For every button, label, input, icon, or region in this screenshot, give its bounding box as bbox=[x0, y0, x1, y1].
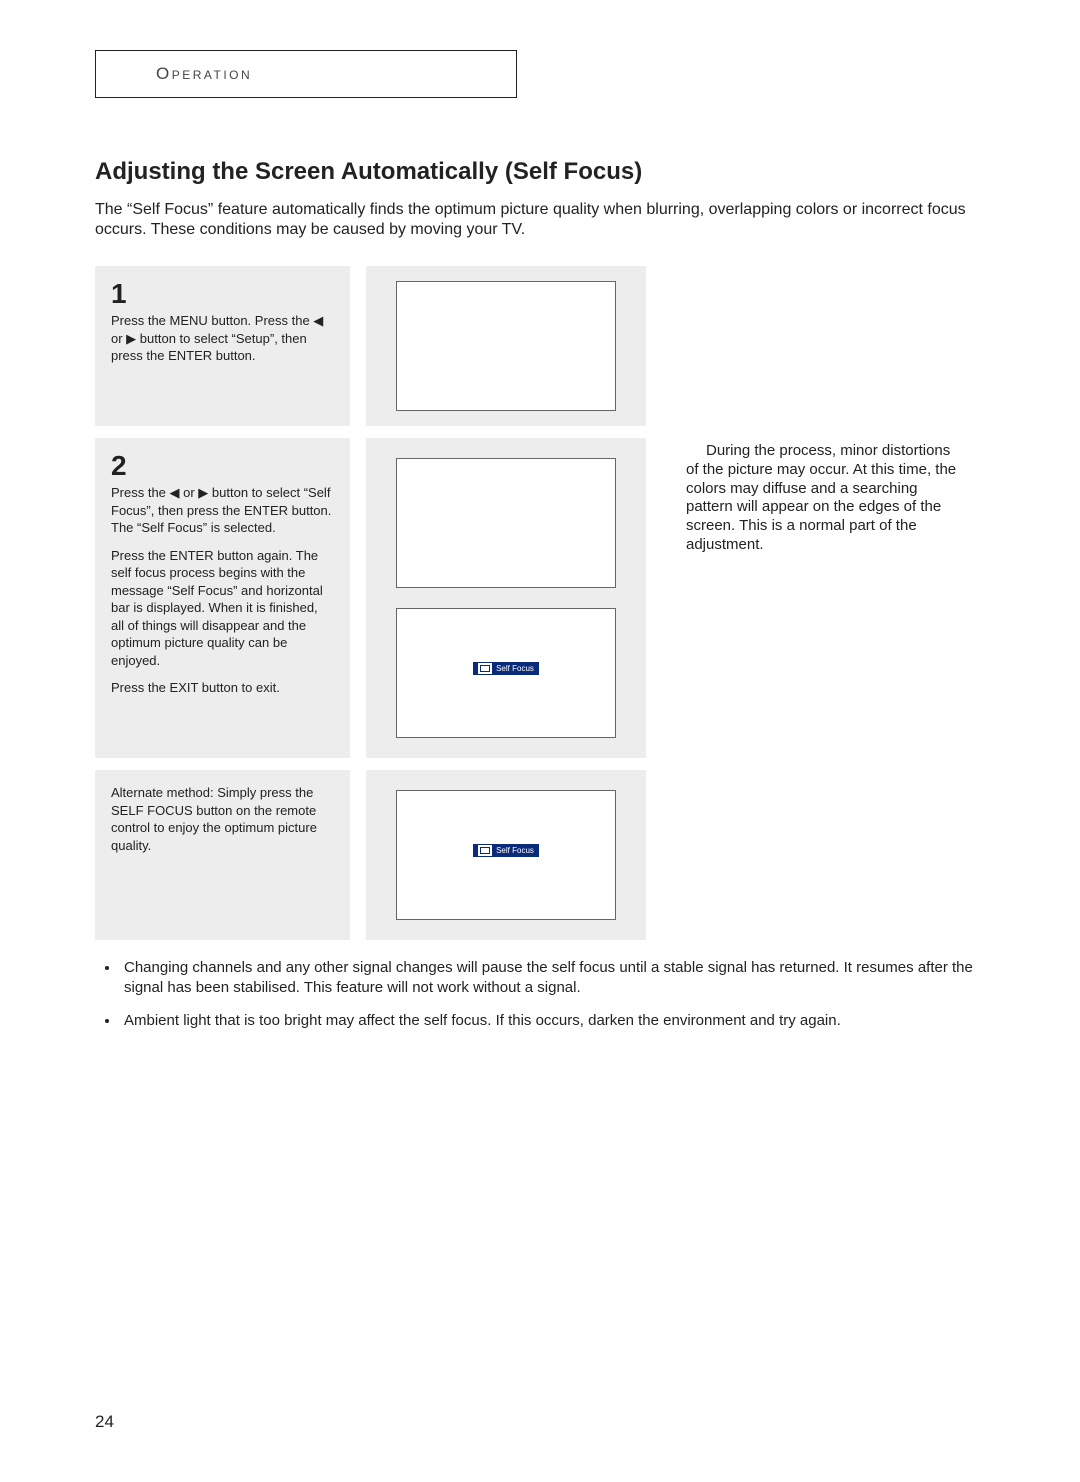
step-1-text: Press the MENU button. Press the ◀ or ▶ … bbox=[111, 312, 334, 365]
osd-placeholder bbox=[396, 458, 616, 588]
note-1: Changing channels and any other signal c… bbox=[120, 958, 985, 997]
page-title: Adjusting the Screen Automatically (Self… bbox=[95, 158, 985, 186]
section-tab: Operation bbox=[95, 50, 517, 98]
step-2-p2: The “Self Focus” is selected. bbox=[111, 519, 334, 537]
tv-icon bbox=[478, 663, 492, 674]
tv-icon bbox=[478, 845, 492, 856]
step-2-image-box: Self Focus bbox=[366, 438, 646, 758]
self-focus-badge: Self Focus bbox=[473, 662, 539, 675]
alt-image-box: Self Focus bbox=[366, 770, 646, 940]
self-focus-badge: Self Focus bbox=[473, 844, 539, 857]
page-number: 24 bbox=[95, 1412, 114, 1432]
step-2-side-note: During the process, minor distortions of… bbox=[662, 438, 961, 758]
step-2-p1: Press the ◀ or ▶ button to select “Self … bbox=[111, 484, 334, 519]
progress-bar bbox=[475, 859, 537, 867]
alt-text-box: Alternate method: Simply press the SELF … bbox=[95, 770, 350, 940]
intro-paragraph: The “Self Focus” feature automatically f… bbox=[95, 200, 985, 240]
note-2: Ambient light that is too bright may aff… bbox=[120, 1011, 985, 1031]
step-1-image-box bbox=[366, 266, 646, 426]
step-2-number: 2 bbox=[111, 452, 334, 480]
step-2-text-box: 2 Press the ◀ or ▶ button to select “Sel… bbox=[95, 438, 350, 758]
step-1-text-box: 1 Press the MENU button. Press the ◀ or … bbox=[95, 266, 350, 426]
self-focus-label: Self Focus bbox=[496, 664, 534, 673]
osd-self-focus: Self Focus bbox=[396, 608, 616, 738]
step-1-row: 1 Press the MENU button. Press the ◀ or … bbox=[95, 266, 985, 426]
osd-self-focus: Self Focus bbox=[396, 790, 616, 920]
alt-text: Alternate method: Simply press the SELF … bbox=[111, 784, 334, 854]
step-1-number: 1 bbox=[111, 280, 334, 308]
step-2-p4: Press the EXIT button to exit. bbox=[111, 679, 334, 697]
notes-list: Changing channels and any other signal c… bbox=[95, 958, 985, 1031]
section-tab-label: Operation bbox=[156, 64, 252, 84]
step-2-p3: Press the ENTER button again. The self f… bbox=[111, 547, 334, 670]
alt-method-row: Alternate method: Simply press the SELF … bbox=[95, 770, 985, 940]
self-focus-label: Self Focus bbox=[496, 846, 534, 855]
osd-placeholder bbox=[396, 281, 616, 411]
progress-bar bbox=[475, 677, 537, 685]
step-2-row: 2 Press the ◀ or ▶ button to select “Sel… bbox=[95, 438, 985, 758]
